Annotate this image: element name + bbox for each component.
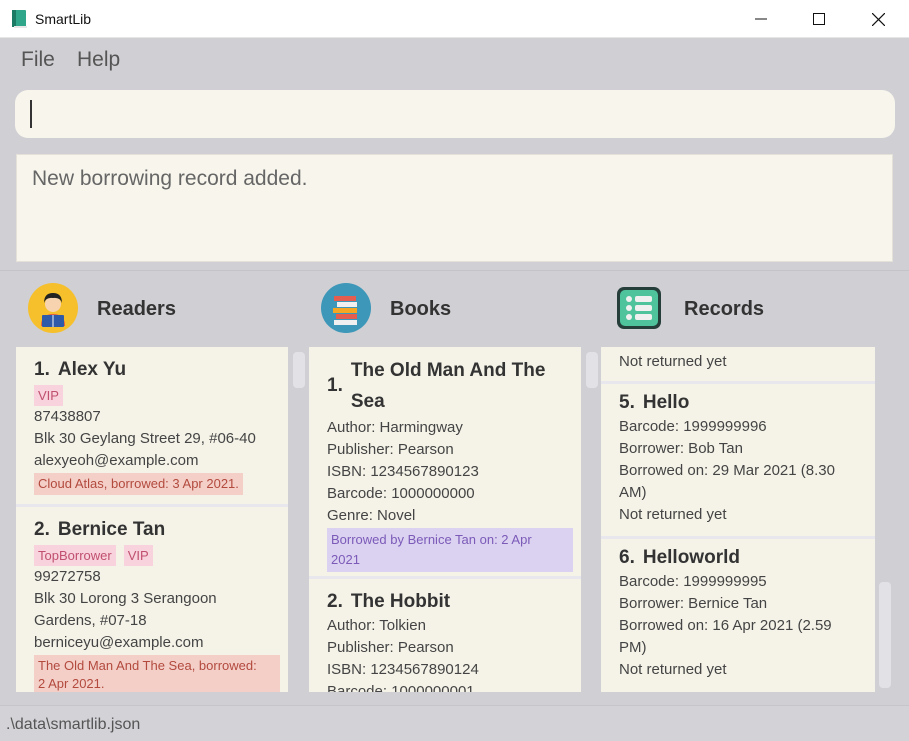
- record-status: Not returned yet: [619, 506, 727, 523]
- record-status: Not returned yet: [619, 353, 727, 370]
- reader-address: Blk 30 Geylang Street 29, #06-40: [34, 430, 256, 447]
- book-genre: Genre: Novel: [327, 507, 416, 524]
- book-barcode: Barcode: 1000000001: [327, 683, 475, 692]
- books-icon: [321, 283, 371, 333]
- readers-title: Readers: [97, 298, 176, 320]
- books-title: Books: [390, 298, 452, 320]
- reader-name: 1. Alex Yu: [34, 359, 127, 380]
- records-scrollbar[interactable]: [878, 350, 892, 690]
- record-barcode: Barcode: 1999999995: [619, 573, 767, 590]
- divider: [0, 270, 909, 271]
- books-scroll-thumb[interactable]: [586, 352, 598, 388]
- reader-phone: 87438807: [34, 408, 101, 425]
- record-card[interactable]: Not returned yet: [601, 347, 875, 381]
- reader-phone: 99272758: [34, 568, 101, 585]
- app-book-icon: [12, 10, 27, 28]
- records-list[interactable]: Not returned yet 5. Hello Barcode: 199999…: [601, 347, 875, 692]
- readers-header: Readers: [27, 282, 297, 336]
- book-barcode: Barcode: 1000000000: [327, 485, 475, 502]
- record-title: 5. Hello: [619, 392, 690, 413]
- minimize-button[interactable]: [732, 0, 790, 38]
- readers-scroll-thumb[interactable]: [293, 352, 305, 388]
- readers-scrollbar[interactable]: [292, 350, 306, 690]
- tag-topborrower: TopBorrower: [34, 545, 116, 566]
- book-title: 1. The Old Man And The Sea: [327, 360, 546, 412]
- records-header: Records: [614, 282, 884, 336]
- books-scrollbar[interactable]: [585, 350, 599, 690]
- record-card[interactable]: 6. Helloworld Barcode: 1999999995 Borrowe…: [601, 539, 875, 692]
- record-barcode: Barcode: 1999999996: [619, 418, 767, 435]
- book-borrowed-status: Borrowed by Bernice Tan on: 2 Apr 2021: [327, 528, 573, 572]
- book-card[interactable]: 2. The Hobbit Author: Tolkien Publisher: …: [309, 579, 581, 692]
- record-borrowed-on: Borrowed on: 16 Apr 2021 (2.59 PM): [619, 617, 832, 656]
- book-publisher: Publisher: Pearson: [327, 639, 454, 656]
- record-card[interactable]: 5. Hello Barcode: 1999999996 Borrower: Bo…: [601, 384, 875, 536]
- records-icon: [617, 287, 661, 329]
- result-display[interactable]: New borrowing record added.: [16, 154, 893, 262]
- readers-list[interactable]: 1. Alex Yu VIP 87438807 Blk 30 Geylang St…: [16, 347, 288, 692]
- book-isbn: ISBN: 1234567890124: [327, 661, 479, 678]
- minimize-icon: [755, 18, 767, 20]
- record-status: Not returned yet: [619, 661, 727, 678]
- menu-file[interactable]: File: [21, 48, 55, 72]
- close-icon: [871, 12, 885, 26]
- reader-email: berniceyu@example.com: [34, 634, 204, 651]
- text-caret: [30, 100, 32, 128]
- maximize-button[interactable]: [790, 0, 848, 38]
- book-author: Author: Harmingway: [327, 419, 463, 436]
- close-button[interactable]: [849, 0, 907, 38]
- reader-icon: [28, 283, 78, 333]
- data-file-path: .\data\smartlib.json: [6, 716, 141, 733]
- reader-card[interactable]: 2. Bernice Tan TopBorrower VIP 99272758 Bl…: [16, 507, 288, 692]
- record-borrower: Borrower: Bernice Tan: [619, 595, 768, 612]
- window-title: SmartLib: [35, 11, 92, 27]
- maximize-icon: [813, 13, 825, 25]
- tag-vip: VIP: [123, 545, 153, 566]
- reader-address: Blk 30 Lorong 3 Serangoon Gardens, #07-18: [34, 590, 217, 629]
- status-bar: .\data\smartlib.json: [0, 705, 909, 741]
- book-publisher: Publisher: Pearson: [327, 441, 454, 458]
- reader-card[interactable]: 1. Alex Yu VIP 87438807 Blk 30 Geylang St…: [16, 347, 288, 504]
- reader-email: alexyeoh@example.com: [34, 452, 199, 469]
- title-bar: SmartLib: [0, 0, 909, 38]
- record-title: 6. Helloworld: [619, 547, 740, 568]
- books-header: Books: [320, 282, 590, 336]
- menu-help[interactable]: Help: [77, 48, 120, 72]
- book-card[interactable]: 1. The Old Man And The Sea Author: Harmin…: [309, 347, 581, 576]
- record-borrower: Borrower: Bob Tan: [619, 440, 743, 457]
- reader-borrowed-book: Cloud Atlas, borrowed: 3 Apr 2021.: [34, 473, 243, 495]
- result-message: New borrowing record added.: [32, 167, 308, 190]
- book-title: 2. The Hobbit: [327, 591, 451, 612]
- reader-name: 2. Bernice Tan: [34, 519, 166, 540]
- menu-bar: File Help: [0, 38, 909, 82]
- record-borrowed-on: Borrowed on: 29 Mar 2021 (8.30 AM): [619, 462, 835, 501]
- reader-borrowed-book: The Old Man And The Sea, borrowed: 2 Apr …: [34, 655, 280, 692]
- records-scroll-thumb[interactable]: [879, 582, 891, 688]
- book-isbn: ISBN: 1234567890123: [327, 463, 479, 480]
- command-input[interactable]: [15, 90, 895, 138]
- book-author: Author: Tolkien: [327, 617, 426, 634]
- tag-vip: VIP: [34, 385, 63, 406]
- records-title: Records: [684, 298, 765, 320]
- books-list[interactable]: 1. The Old Man And The Sea Author: Harmin…: [309, 347, 581, 692]
